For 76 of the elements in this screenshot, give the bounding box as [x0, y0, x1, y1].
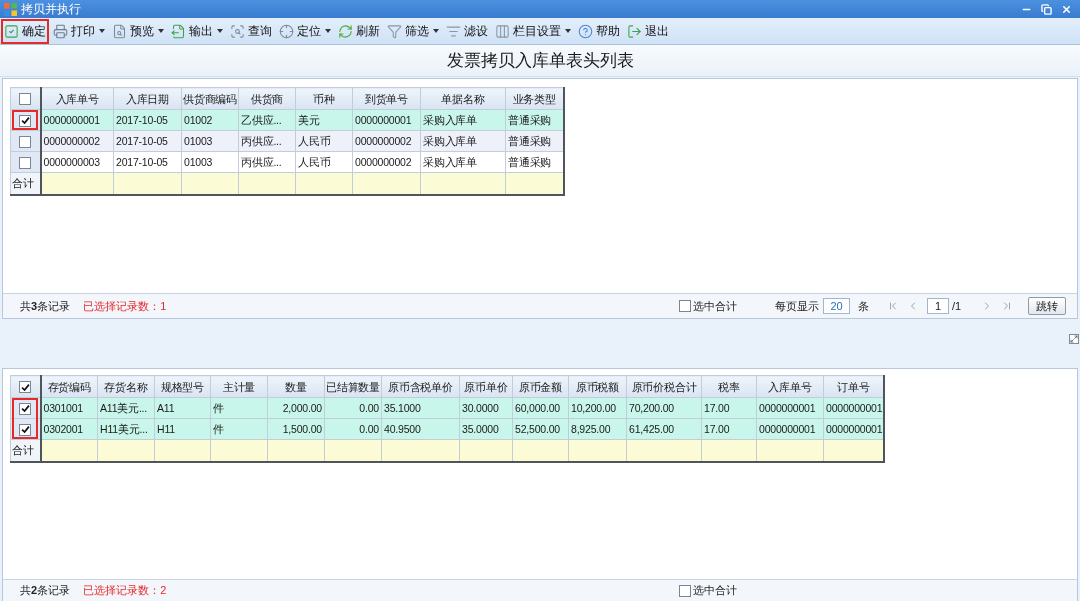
- column-header[interactable]: 供货商: [238, 87, 296, 110]
- toolbar-button[interactable]: 栏目设置: [492, 18, 574, 44]
- export-icon: [171, 23, 186, 39]
- window-title: 拷贝并执行: [21, 2, 81, 16]
- columns-icon: [495, 23, 510, 39]
- document-magnifier-icon: [112, 23, 127, 39]
- selected-count: 已选择记录数：2: [83, 583, 167, 599]
- column-header[interactable]: 业务类型: [505, 87, 564, 110]
- toolbar-button[interactable]: 预览: [109, 18, 167, 44]
- checkbox[interactable]: [679, 584, 691, 597]
- toolbar-button[interactable]: 打印: [50, 18, 108, 44]
- app-icon: [4, 2, 17, 16]
- crosshair-icon: [279, 23, 294, 39]
- column-header[interactable]: 原币单价: [459, 375, 513, 398]
- help-icon: [578, 23, 593, 39]
- total-label: 合计: [10, 172, 41, 195]
- checkbox[interactable]: [19, 93, 32, 106]
- close-icon[interactable]: [1061, 3, 1072, 15]
- toolbar-button[interactable]: 筛选: [384, 18, 442, 44]
- column-header[interactable]: 原币价税合计: [626, 375, 702, 398]
- funnel-icon: [387, 23, 402, 39]
- toolbar-button[interactable]: 确定: [1, 18, 49, 44]
- column-header[interactable]: 存货编码: [40, 375, 98, 398]
- column-header[interactable]: 原币金额: [512, 375, 569, 398]
- search-icon: [230, 23, 245, 39]
- column-header[interactable]: 原币含税单价: [381, 375, 460, 398]
- column-header[interactable]: 订单号: [823, 375, 884, 398]
- column-header[interactable]: 主计量: [210, 375, 268, 398]
- exit-icon: [627, 23, 642, 39]
- checkbox[interactable]: [19, 114, 32, 127]
- checkbox[interactable]: [679, 300, 691, 312]
- column-header[interactable]: 存货名称: [97, 375, 155, 398]
- page-total: /1: [952, 298, 962, 314]
- toolbar-button[interactable]: 输出: [168, 18, 226, 44]
- column-header[interactable]: 入库单号: [756, 375, 824, 398]
- checkbox[interactable]: [19, 402, 32, 415]
- toolbar-button[interactable]: 退出: [624, 18, 672, 44]
- column-header[interactable]: 到货单号: [352, 87, 421, 110]
- checkbox[interactable]: [19, 156, 32, 169]
- checkbox[interactable]: [19, 381, 32, 394]
- toolbar-button[interactable]: 定位: [276, 18, 334, 44]
- page-size-unit: 条: [858, 298, 869, 314]
- column-header[interactable]: 原币税额: [568, 375, 627, 398]
- jump-button[interactable]: 跳转: [1028, 297, 1067, 315]
- record-count: 共2条记录: [20, 583, 71, 599]
- page-size-label: 每页显示: [775, 298, 819, 314]
- check-icon: [4, 23, 19, 39]
- toolbar-button[interactable]: 刷新: [335, 18, 383, 44]
- column-header[interactable]: 币种: [295, 87, 353, 110]
- checkbox[interactable]: [19, 423, 32, 436]
- column-header[interactable]: 规格型号: [154, 375, 211, 398]
- filter-list-icon: [446, 23, 461, 39]
- total-label: 合计: [10, 439, 41, 462]
- record-count: 共3条记录: [20, 298, 71, 314]
- printer-icon: [53, 23, 68, 39]
- toolbar-button[interactable]: 帮助: [575, 18, 623, 44]
- column-header[interactable]: 入库日期: [113, 87, 182, 110]
- expand-icon[interactable]: [1069, 334, 1079, 344]
- page-size-field[interactable]: 20: [823, 298, 850, 314]
- column-header[interactable]: 税率: [701, 375, 757, 398]
- restore-icon[interactable]: [1041, 3, 1052, 15]
- refresh-icon: [338, 23, 353, 39]
- page-heading: 发票拷贝入库单表头列表: [446, 50, 634, 71]
- column-header[interactable]: 入库单号: [40, 87, 114, 110]
- column-header[interactable]: 数量: [267, 375, 325, 398]
- selected-count: 已选择记录数：1: [83, 298, 167, 314]
- column-header[interactable]: 供货商编码: [181, 87, 239, 110]
- checkbox[interactable]: [19, 135, 32, 148]
- page-field[interactable]: 1: [927, 298, 949, 314]
- first-page-icon[interactable]: [887, 300, 899, 312]
- column-header[interactable]: 单据名称: [420, 87, 506, 110]
- toolbar-button[interactable]: 滤设: [443, 18, 491, 44]
- toolbar-button[interactable]: 查询: [227, 18, 275, 44]
- checkbox-label[interactable]: 选中合计: [693, 582, 737, 599]
- column-header[interactable]: 已结算数量: [324, 375, 382, 398]
- checkbox-label[interactable]: 选中合计: [693, 297, 737, 315]
